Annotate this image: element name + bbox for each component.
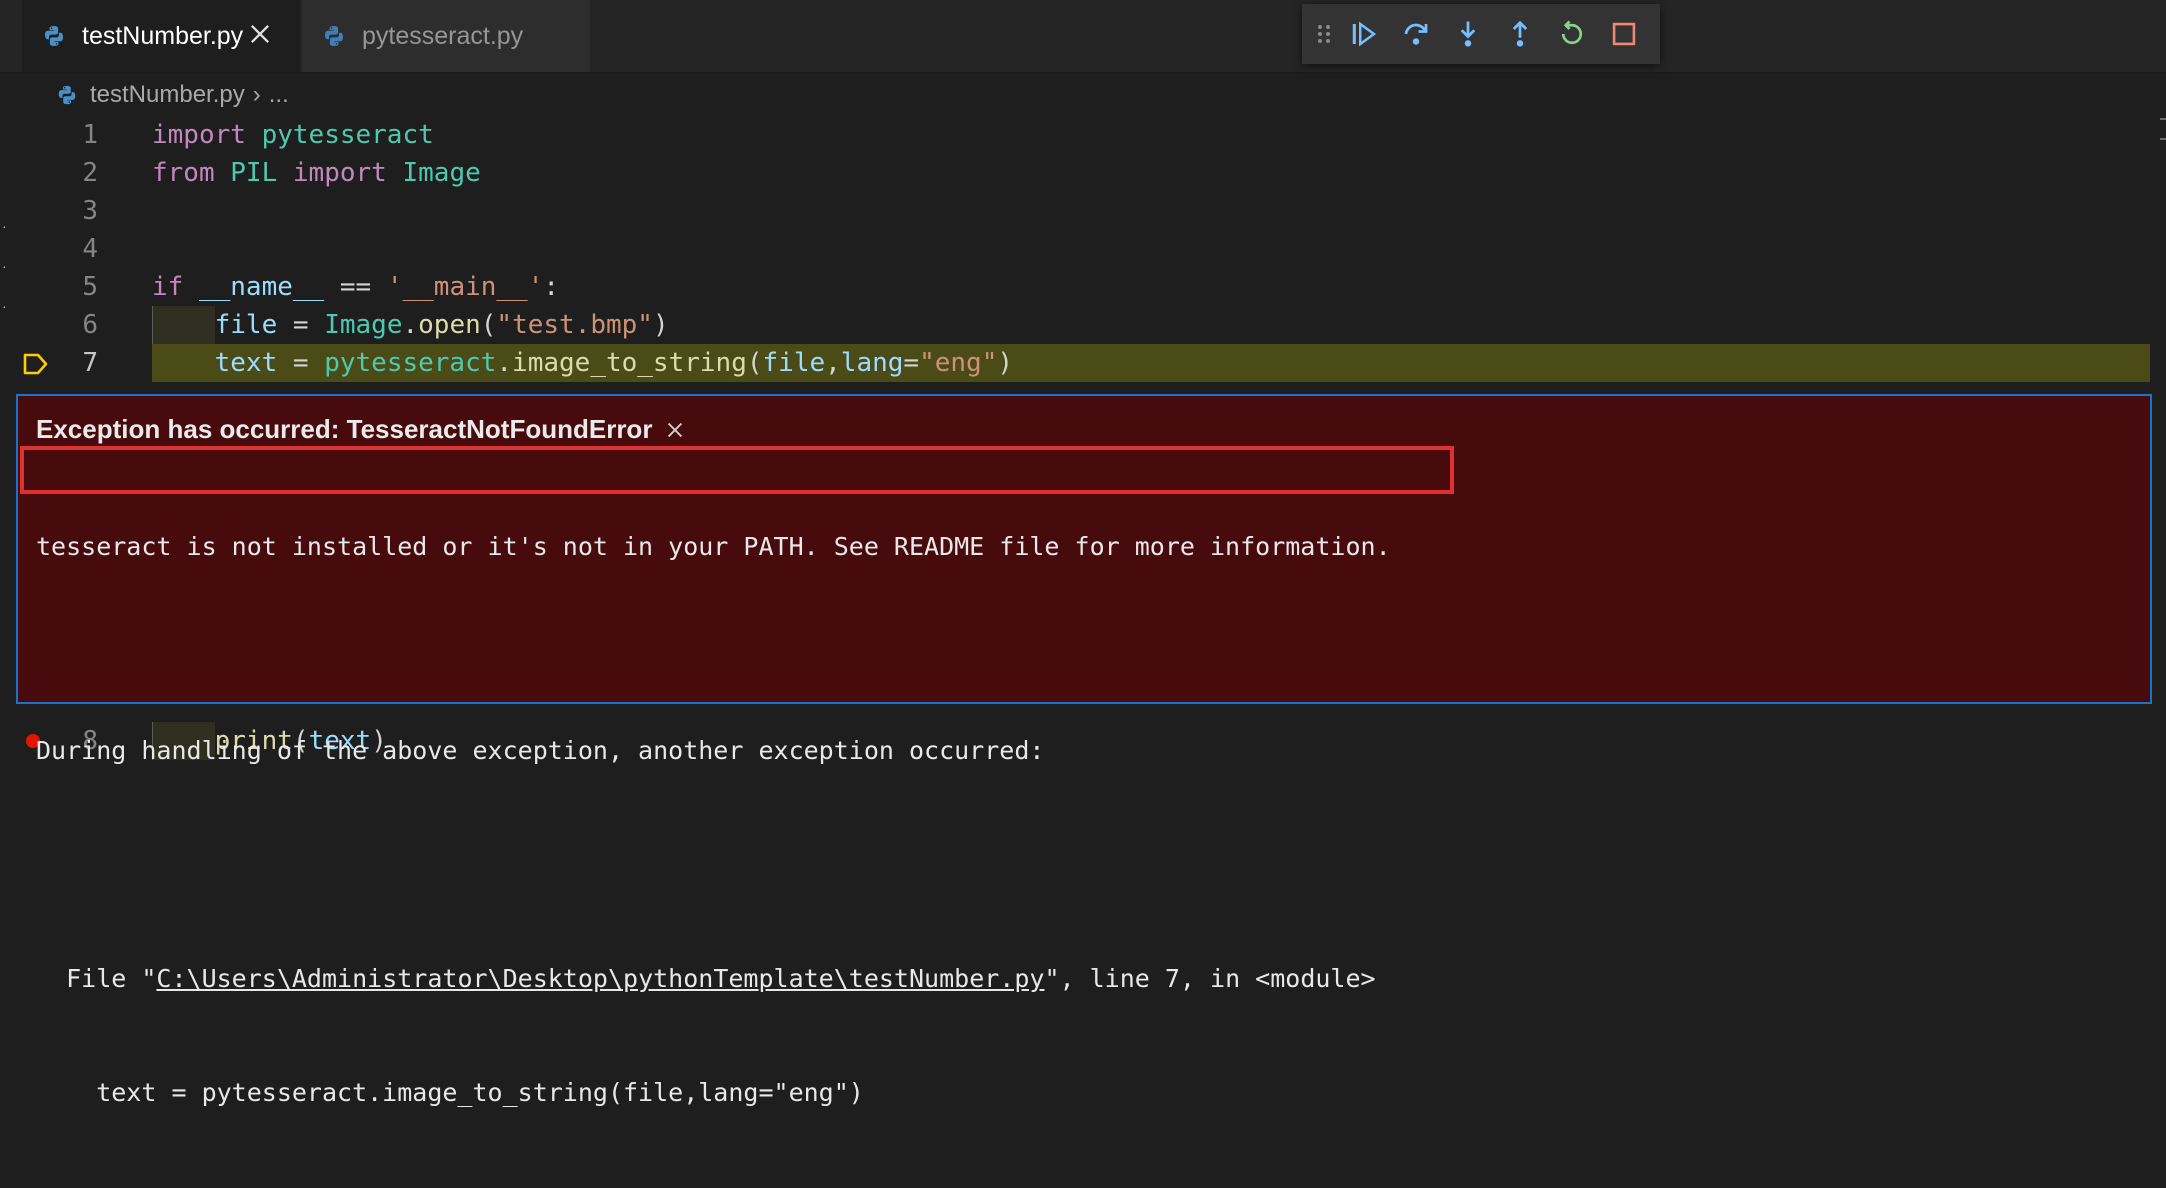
code-line[interactable]: 6 file = Image.open("test.bmp") <box>0 306 2160 344</box>
breadcrumb-file[interactable]: testNumber.py <box>90 81 245 109</box>
line-number: 7 <box>82 348 98 378</box>
line-number: 4 <box>82 234 98 264</box>
tab-label: testNumber.py <box>82 21 244 50</box>
code-line[interactable]: 4 <box>0 230 2160 268</box>
restart-button[interactable] <box>1546 6 1598 62</box>
traceback-code-line: text = pytesseract.image_to_string(file,… <box>36 1078 864 1107</box>
line-number: 1 <box>82 120 98 150</box>
code-line[interactable]: 5 if __name__ == '__main__': <box>0 268 2160 306</box>
restart-icon <box>1561 20 1583 45</box>
tab-label: pytesseract.py <box>362 21 524 50</box>
exception-title: Exception has occurred: TesseractNotFoun… <box>36 414 686 445</box>
step-over-icon <box>1404 23 1428 45</box>
grip-icon[interactable] <box>1310 22 1338 46</box>
python-icon <box>45 26 63 46</box>
step-out-icon <box>1512 20 1528 47</box>
exception-during: During handling of the above exception, … <box>36 736 1045 765</box>
continue-button[interactable] <box>1338 6 1390 62</box>
debug-toolbar <box>1302 4 1660 64</box>
stop-button[interactable] <box>1598 6 1650 62</box>
step-into-button[interactable] <box>1442 6 1494 62</box>
exception-widget: Exception has occurred: TesseractNotFoun… <box>16 394 2152 1107</box>
close-icon[interactable] <box>664 419 686 441</box>
tab-testnumber[interactable]: testNumber.py <box>22 0 300 72</box>
step-out-button[interactable] <box>1494 6 1546 62</box>
continue-icon <box>1352 21 1377 47</box>
exception-message: tesseract is not installed or it's not i… <box>36 532 1391 561</box>
breadcrumb-symbols[interactable]: ... <box>269 81 289 109</box>
code-line[interactable]: 2 from PIL import Image <box>0 154 2160 192</box>
code-line-current[interactable]: 7 text = pytesseract.image_to_string(fil… <box>0 344 2160 382</box>
line-number: 6 <box>82 310 98 340</box>
tab-pytesseract[interactable]: pytesseract.py <box>302 0 590 72</box>
exception-details: tesseract is not installed or it's not i… <box>36 452 1391 1188</box>
traceback-file-line: File "C:\Users\Administrator\Desktop\pyt… <box>36 964 1376 993</box>
code-line[interactable]: 3 <box>0 192 2160 230</box>
close-icon[interactable] <box>246 20 274 48</box>
stop-icon <box>1612 22 1636 46</box>
python-icon <box>325 26 343 46</box>
line-number: 5 <box>82 272 98 302</box>
tab-bar: testNumber.py pytesseract.py <box>0 0 2166 73</box>
traceback-file-link[interactable]: C:\Users\Administrator\Desktop\pythonTem… <box>156 964 1044 993</box>
breadcrumb: testNumber.py › ... <box>56 78 289 112</box>
breadcrumb-separator: › <box>252 81 261 108</box>
line-number: 3 <box>82 196 98 226</box>
line-number: 2 <box>82 158 98 188</box>
step-into-icon <box>1460 21 1476 47</box>
code-line[interactable]: 1 import pytesseract <box>0 116 2160 154</box>
step-over-button[interactable] <box>1390 6 1442 62</box>
scrollbar-marker[interactable] <box>2160 118 2166 140</box>
python-icon <box>58 85 76 105</box>
